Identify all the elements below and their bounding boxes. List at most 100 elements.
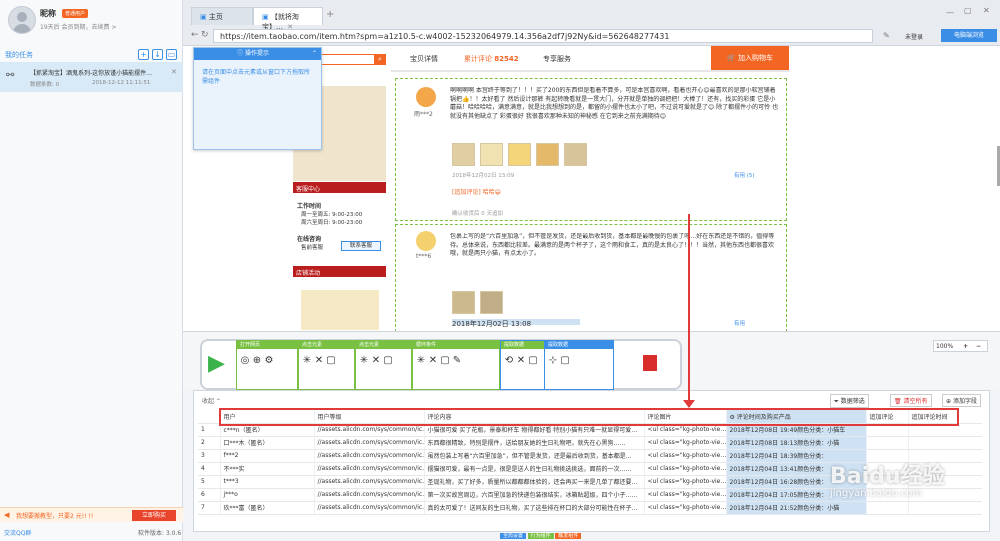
- cell[interactable]: 真的太可爱了！送同友的生日礼物，买了这些排在杯口的大部分可能性在杯子…: [424, 501, 645, 515]
- cell[interactable]: //assets.alicdn.com/sys/common/ic…: [314, 488, 425, 502]
- cell[interactable]: 不***实: [220, 462, 315, 476]
- cell[interactable]: <ul class="kg-photo-vie…: [644, 462, 727, 476]
- clear-button[interactable]: 🗑 清空所有: [890, 394, 932, 407]
- cell[interactable]: <ul class="kg-photo-vie…: [644, 449, 727, 463]
- workflow-step[interactable]: 循环条件 ✳ ✕ ▢ ✎: [412, 340, 500, 390]
- bottom-tabbar: 全局设置 行为组件 触发组件: [500, 532, 582, 541]
- review-photo[interactable]: [480, 143, 503, 166]
- cell[interactable]: 圣诞礼物，买了好多，质量所以都都都体验的，还会再买一来是几单了都还要…: [424, 475, 645, 489]
- filter-icon: ⏷: [834, 398, 841, 405]
- cell[interactable]: <ul class="kg-photo-vie…: [644, 488, 727, 502]
- row-index: 5: [198, 475, 221, 489]
- start-icon[interactable]: ▶: [208, 351, 225, 376]
- cell[interactable]: t***3: [220, 475, 315, 489]
- workflow-step[interactable]: 提取数据 ⊹ ▢: [544, 340, 614, 390]
- edit-icon[interactable]: ✎: [883, 31, 890, 40]
- tab-service[interactable]: 专享服务: [543, 54, 571, 64]
- task-item[interactable]: ⚯ 【抓紧淘宝】酒鬼系列-这你放谨小猫能摆件… 数据条数: 0 2018-12-…: [0, 62, 183, 92]
- add-to-cart-button[interactable]: 🛒 加入购物车: [711, 46, 789, 70]
- row-index: 4: [198, 462, 221, 476]
- cell[interactable]: 口***木（匿名）: [220, 436, 315, 450]
- close-window-icon[interactable]: ✕: [983, 6, 990, 15]
- zoom-control[interactable]: 100% + −: [933, 340, 988, 352]
- extra-review-date: 确认收货后 0 天追加: [452, 211, 503, 217]
- cell[interactable]: <ul class="kg-photo-vie…: [644, 436, 727, 450]
- folder-icon[interactable]: ▭: [166, 49, 177, 60]
- avatar[interactable]: [8, 6, 36, 34]
- add-field-button[interactable]: ⊕ 添加字段: [942, 394, 981, 407]
- back-icon[interactable]: ←: [191, 30, 199, 40]
- cell[interactable]: 2018年12月08日 18:13颜色分类：小猫: [726, 436, 867, 450]
- cell[interactable]: 虽然包装上写着“六百里加急”，但不管是发货，还是最后收到货，基本都是…: [424, 449, 645, 463]
- cell[interactable]: //assets.alicdn.com/sys/common/ic…: [314, 449, 425, 463]
- login-status[interactable]: 未登录: [905, 32, 923, 41]
- tab-reviews[interactable]: 累计评论 82542: [464, 54, 519, 64]
- new-tab-icon[interactable]: +: [326, 9, 334, 20]
- cell[interactable]: f***2: [220, 449, 315, 463]
- collapse-icon[interactable]: ⌃: [312, 48, 317, 60]
- browser-chrome: ▣ 主页 ▣ 【就将淘宝】… ✕ + — ▢ ✕ ← ↻ https://ite…: [183, 0, 1000, 46]
- cell[interactable]: 2018年12月04日 21:52颜色分类：小猫: [726, 501, 867, 515]
- workflow-step[interactable]: 点击元素 ✳ ✕ ▢: [298, 340, 355, 390]
- refresh-icon[interactable]: ↻: [201, 30, 209, 40]
- search-icon[interactable]: ⌕: [374, 54, 386, 65]
- review-photo[interactable]: [508, 143, 531, 166]
- maximize-icon[interactable]: ▢: [964, 6, 972, 15]
- cell[interactable]: 玖***富（匿名）: [220, 501, 315, 515]
- reviewer-name: t***6: [416, 253, 432, 260]
- workflow-step[interactable]: 点击元素 ✳ ✕ ▢: [355, 340, 412, 390]
- filter-button[interactable]: ⏷ 数据筛选: [830, 394, 869, 408]
- cell[interactable]: //assets.alicdn.com/sys/common/ic…: [314, 501, 425, 515]
- useful-button[interactable]: 有用 (5): [734, 171, 755, 179]
- tab-trigger-components[interactable]: 触发组件: [555, 533, 582, 539]
- cell[interactable]: [866, 436, 909, 450]
- tab-home[interactable]: ▣ 主页: [191, 7, 253, 25]
- tab-detail[interactable]: 宝贝详情: [410, 54, 438, 64]
- table-row[interactable]: 2 口***木（匿名）//assets.alicdn.com/sys/common…: [198, 436, 982, 450]
- stop-icon[interactable]: [643, 355, 657, 371]
- useful-button[interactable]: 有用: [734, 319, 745, 327]
- minimize-icon[interactable]: —: [946, 8, 954, 17]
- zoom-out-icon[interactable]: −: [976, 343, 981, 350]
- new-task-icon[interactable]: +: [138, 49, 149, 60]
- cell[interactable]: 第一次买故宫周边，六百里加急的快递包装很结实，冰箱贴超级，四个小子……: [424, 488, 645, 502]
- review-item[interactable]: 雨***2 啊啊啊啊 本宫终于等到了！！！买了200的东西但是看着不算多，可是本…: [395, 78, 787, 221]
- export-icon[interactable]: ↓: [152, 49, 163, 60]
- review-photo[interactable]: [452, 143, 475, 166]
- cell[interactable]: <ul class="kg-photo-vie…: [644, 501, 727, 515]
- review-item[interactable]: t***6 包裹上写的是“六百里加急”，但不管是发货，还是最后收到货，基本都是最…: [395, 224, 787, 331]
- review-photo[interactable]: [452, 291, 475, 314]
- cell[interactable]: [908, 436, 982, 450]
- review-photo[interactable]: [480, 291, 503, 314]
- tab-action-components[interactable]: 行为组件: [527, 533, 554, 539]
- tab-reviews-label: 累计评论: [464, 55, 492, 63]
- cell[interactable]: j***o: [220, 488, 315, 502]
- cell[interactable]: 东西都很精致，特别是摆件，送给朋友她的生日礼物吧，就先在心黑狗……: [424, 436, 645, 450]
- tab-taobao[interactable]: ▣ 【就将淘宝】… ✕: [253, 7, 323, 31]
- delete-icon: ✕: [428, 355, 438, 366]
- cell[interactable]: <ul class="kg-photo-vie…: [644, 475, 727, 489]
- close-icon[interactable]: ✕: [171, 68, 177, 76]
- tab-global-settings[interactable]: 全局设置: [500, 533, 527, 539]
- table-row[interactable]: 7 玖***富（匿名）//assets.alicdn.com/sys/common…: [198, 501, 982, 515]
- buy-now-button[interactable]: 立即购买: [132, 510, 176, 521]
- zoom-in-icon[interactable]: +: [963, 343, 968, 350]
- workflow-step[interactable]: 打开网页 ◎ ⊕ ⚙: [236, 340, 298, 390]
- review-photo[interactable]: [564, 143, 587, 166]
- contact-button[interactable]: 联系客服: [341, 241, 381, 251]
- cell[interactable]: [866, 501, 909, 515]
- review-photo[interactable]: [536, 143, 559, 166]
- address-bar[interactable]: https://item.taobao.com/item.htm?spm=a1z…: [213, 29, 873, 43]
- cell[interactable]: //assets.alicdn.com/sys/common/ic…: [314, 462, 425, 476]
- desktop-mode-button[interactable]: 电脑端浏览: [941, 29, 997, 42]
- popup-header: ⓘ 操作提示 ⌃: [194, 48, 321, 60]
- cell[interactable]: //assets.alicdn.com/sys/common/ic…: [314, 436, 425, 450]
- collapse-button[interactable]: 收起 ⌃: [202, 396, 221, 405]
- cell[interactable]: 摆猫很可爱，最有一点是，很是是送人的生日礼物挑选挑选，面前的一次……: [424, 462, 645, 476]
- cell[interactable]: [908, 501, 982, 515]
- qq-group-link[interactable]: 交流QQ群: [4, 528, 31, 537]
- cell[interactable]: //assets.alicdn.com/sys/common/ic…: [314, 475, 425, 489]
- membership-status[interactable]: 19天后 会员到期，去续费 >: [40, 22, 116, 31]
- gear-icon: ⚙: [264, 355, 274, 366]
- speaker-icon: ◀: [4, 511, 10, 519]
